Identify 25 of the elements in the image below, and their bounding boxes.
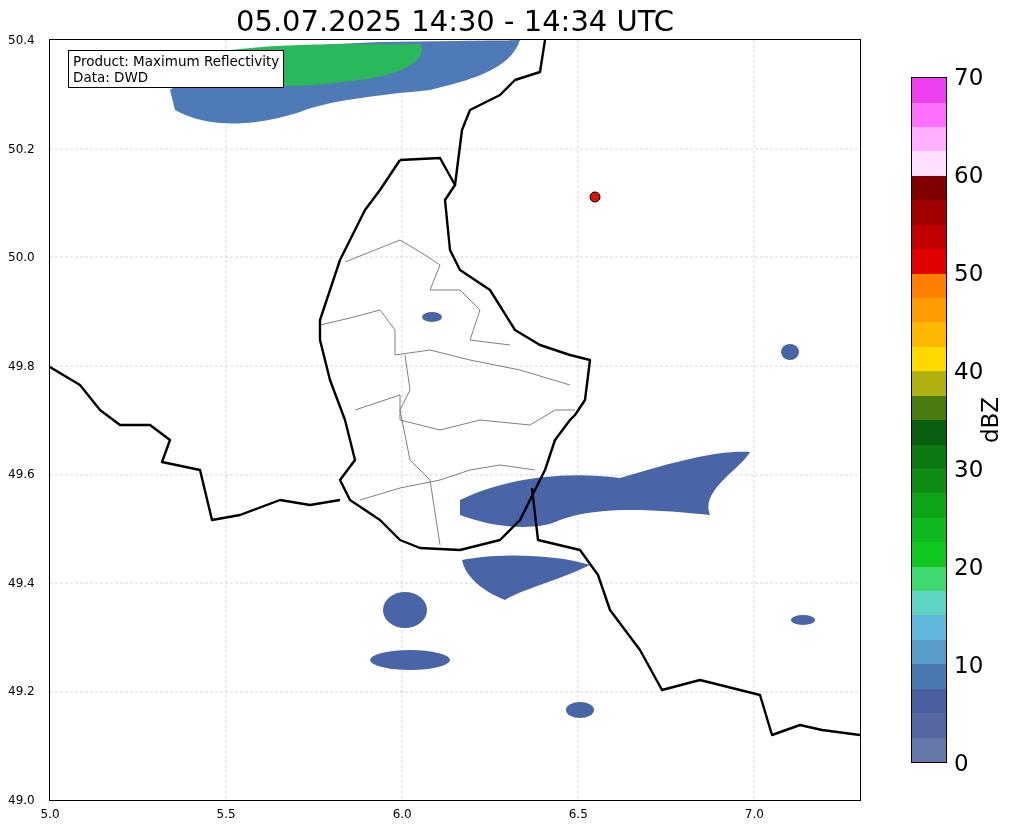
- y-tick-label: 50.4: [8, 33, 35, 47]
- colorbar-tick-label: 30: [954, 456, 984, 482]
- colorbar-tick-label: 70: [954, 64, 984, 90]
- colorbar-tick-label: 60: [954, 162, 984, 188]
- x-tick-label: 6.0: [392, 807, 412, 821]
- x-tick-label: 5.5: [216, 807, 236, 821]
- colorbar-label: dBZ: [977, 396, 1003, 444]
- annotation-text: Product: Maximum Reflectivity: [73, 53, 280, 69]
- x-tick-label: 6.5: [568, 807, 588, 821]
- colorbar-tick-label: 20: [954, 554, 984, 580]
- y-tick-label: 50.0: [8, 250, 35, 265]
- x-tick-label: 7.0: [744, 807, 764, 821]
- x-tick-label: 5.0: [40, 807, 60, 821]
- y-tick-label: 49.8: [8, 358, 35, 373]
- y-tick-label: 50.2: [8, 141, 35, 156]
- colorbar-tick-label: 0: [954, 750, 969, 776]
- y-tick-label: 49.2: [8, 684, 35, 699]
- y-tick-label: 49.4: [8, 575, 35, 590]
- y-tick-label: 49.0: [8, 793, 35, 807]
- chart-title: 05.07.2025 14:30 - 14:34 UTC: [235, 3, 675, 39]
- y-tick-label: 49.6: [8, 467, 35, 482]
- colorbar-tick-label: 40: [954, 358, 984, 384]
- colorbar-tick-label: 50: [954, 260, 984, 286]
- annotation-text: Data: DWD: [73, 69, 150, 85]
- colorbar-tick-label: 10: [954, 652, 984, 678]
